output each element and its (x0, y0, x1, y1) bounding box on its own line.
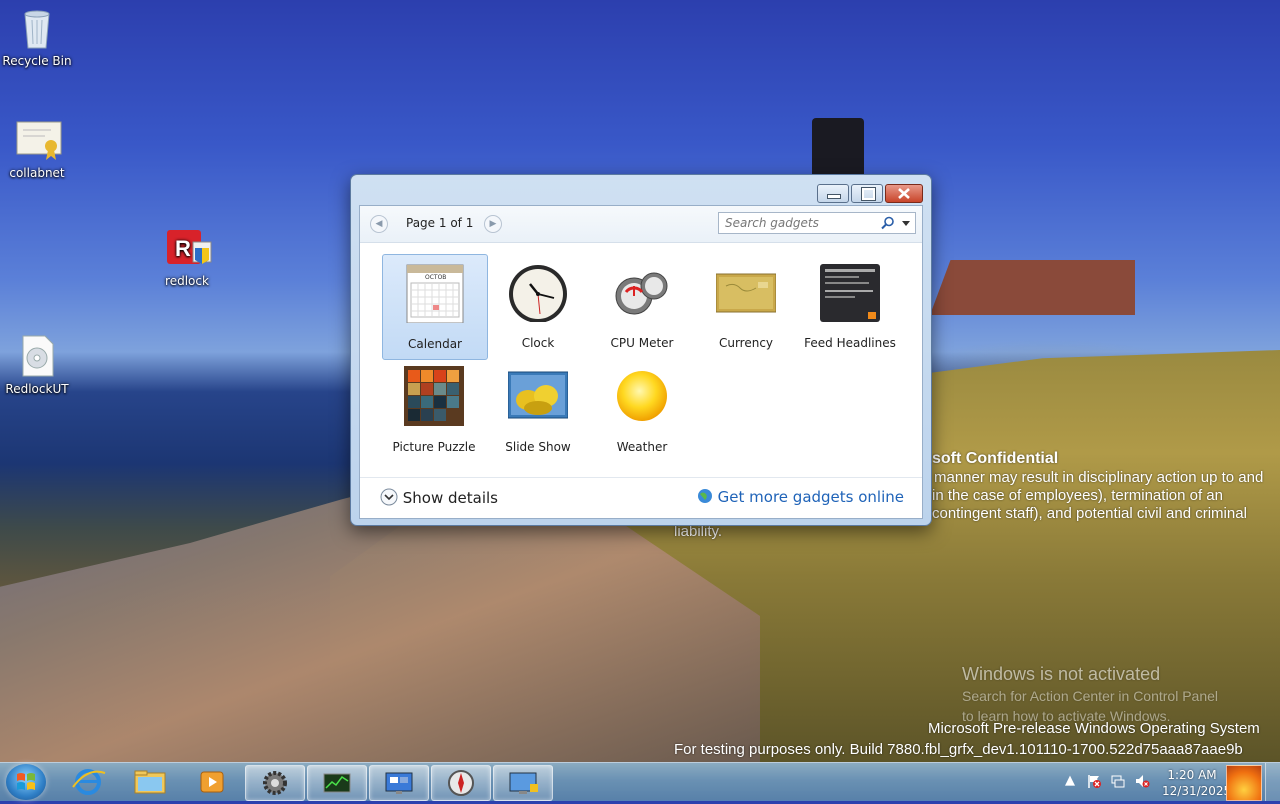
previous-page-button[interactable]: ◀ (370, 215, 388, 233)
desktop-icon-collabnet[interactable]: collabnet (0, 118, 77, 180)
minimize-icon (827, 194, 841, 199)
show-details-label: Show details (402, 489, 498, 507)
file-explorer-icon (134, 770, 166, 794)
desktop-icon-label: Recycle Bin (2, 54, 72, 68)
lighthouse-scenery (812, 118, 864, 176)
windows-logo-icon (17, 773, 35, 790)
volume-muted-icon[interactable] (1134, 773, 1150, 789)
minimize-button[interactable] (817, 184, 849, 203)
network-icon[interactable] (1110, 773, 1126, 789)
desktop-icon-label: redlock (165, 274, 209, 288)
installer-disc-icon (15, 334, 59, 378)
media-player-icon (200, 771, 224, 793)
svg-text:OCTOB: OCTOB (425, 274, 446, 281)
maximize-icon (861, 187, 876, 201)
taskbar-task-manager[interactable] (307, 765, 367, 801)
build-line-2: For testing purposes only. Build 7880.fb… (674, 741, 1243, 758)
gadgets-compass-icon (448, 770, 474, 796)
page-indicator: Page 1 of 1 (406, 216, 474, 230)
gadget-cpu-meter[interactable]: CPU Meter (590, 254, 694, 358)
certificate-icon (15, 118, 62, 162)
gadget-feed-headlines[interactable]: Feed Headlines (798, 254, 902, 358)
taskbar-remote-desktop[interactable] (369, 765, 429, 801)
gadget-label: Clock (521, 336, 555, 350)
feed-headlines-icon (820, 264, 880, 322)
gadget-label: Weather (616, 440, 668, 454)
gadget-slide-show[interactable]: Slide Show (486, 358, 590, 462)
build-line-1: Microsoft Pre-release Windows Operating … (928, 720, 1260, 737)
search-icon[interactable] (881, 216, 895, 230)
gadget-weather[interactable]: Weather (590, 358, 694, 462)
picture-puzzle-icon (404, 366, 464, 426)
gadget-clock[interactable]: Clock (486, 254, 590, 358)
close-button[interactable] (885, 184, 923, 203)
gadget-label: Picture Puzzle (392, 440, 476, 454)
show-details-toggle[interactable]: Show details (380, 488, 498, 507)
clock-time: 1:20 AM (1167, 768, 1217, 782)
gadget-label: Currency (718, 336, 774, 350)
chevron-down-circle-icon (380, 488, 398, 506)
desktop-icon-recycle-bin[interactable]: Recycle Bin (0, 6, 77, 68)
gadget-label: Slide Show (505, 440, 571, 454)
gadget-label: Calendar (408, 337, 462, 351)
get-more-gadgets-link[interactable]: Get more gadgets online (697, 488, 904, 506)
svg-text:R: R (175, 236, 191, 261)
gadget-picture-puzzle[interactable]: Picture Puzzle (382, 358, 486, 462)
gadget-label: CPU Meter (610, 336, 674, 350)
start-button[interactable] (6, 764, 46, 800)
search-gadgets-input[interactable]: Search gadgets (718, 212, 916, 234)
taskbar-internet-explorer[interactable] (59, 765, 117, 799)
internet-explorer-icon (72, 769, 106, 795)
taskbar-gadgets[interactable] (431, 765, 491, 801)
taskbar-clock[interactable]: 1:20 AM 12/31/2025 (1162, 767, 1232, 799)
gadget-label: Feed Headlines (804, 336, 896, 350)
clock-icon (509, 265, 567, 322)
cpu-meter-icon (615, 272, 668, 315)
gadgets-toolbar: ◀ Page 1 of 1 ▶ Search gadgets (360, 206, 922, 243)
clock-date: 12/31/2025 (1162, 784, 1232, 798)
gadgets-footer: Show details Get more gadgets online (360, 477, 922, 518)
display-settings-icon (509, 772, 538, 794)
gadgets-content-pane: ◀ Page 1 of 1 ▶ Search gadgets OCTOB Cal… (359, 205, 923, 519)
taskbar-display-settings[interactable] (493, 765, 553, 801)
recycle-bin-icon (15, 6, 59, 50)
globe-icon (697, 489, 712, 503)
calendar-icon: OCTOB (406, 264, 464, 323)
confidential-line-1: manner may result in disciplinary action… (934, 469, 1264, 486)
activation-line-1: Search for Action Center in Control Pane… (962, 688, 1219, 704)
gadgets-window: ◀ Page 1 of 1 ▶ Search gadgets OCTOB Cal… (350, 174, 932, 526)
desktop-icon-label: RedlockUT (5, 382, 69, 396)
redlock-app-icon: R (165, 226, 212, 270)
desktop-icon-redlock[interactable]: R redlock (147, 226, 227, 288)
remote-desktop-icon (385, 772, 413, 794)
desktop-icon-redlockut[interactable]: RedlockUT (0, 334, 77, 396)
control-panel-gear-icon (263, 771, 287, 795)
gadget-currency[interactable]: Currency (694, 254, 798, 358)
close-icon (898, 188, 910, 199)
currency-icon (716, 273, 776, 313)
show-desktop-button[interactable] (1265, 763, 1280, 801)
confidential-line-2: in the case of employees), termination o… (932, 487, 1223, 504)
task-manager-icon (323, 773, 351, 793)
confidential-title: soft Confidential (932, 450, 1059, 467)
weather-sun-icon (617, 371, 667, 421)
gadget-calendar[interactable]: OCTOB Calendar (382, 254, 488, 360)
taskbar: ▲ 1:20 AM 12/31/2025 (0, 762, 1280, 801)
show-hidden-icons-chevron-icon[interactable]: ▲ (1062, 773, 1078, 789)
maximize-button[interactable] (851, 184, 883, 203)
chevron-down-icon[interactable] (901, 218, 911, 228)
get-more-gadgets-label: Get more gadgets online (717, 488, 904, 506)
taskbar-file-explorer[interactable] (121, 765, 179, 799)
user-tile-image[interactable] (1226, 765, 1262, 801)
action-center-flag-icon[interactable] (1086, 773, 1102, 789)
activation-title: Windows is not activated (962, 664, 1161, 684)
next-page-button[interactable]: ▶ (484, 215, 502, 233)
slide-show-icon (508, 371, 568, 419)
confidential-line-3: contingent staff), and potential civil a… (932, 505, 1247, 522)
taskbar-control-panel[interactable] (245, 765, 305, 801)
taskbar-media-player[interactable] (183, 765, 241, 799)
search-placeholder: Search gadgets (725, 216, 819, 230)
house-roof-scenery (930, 260, 1135, 315)
desktop-icon-label: collabnet (9, 166, 65, 180)
